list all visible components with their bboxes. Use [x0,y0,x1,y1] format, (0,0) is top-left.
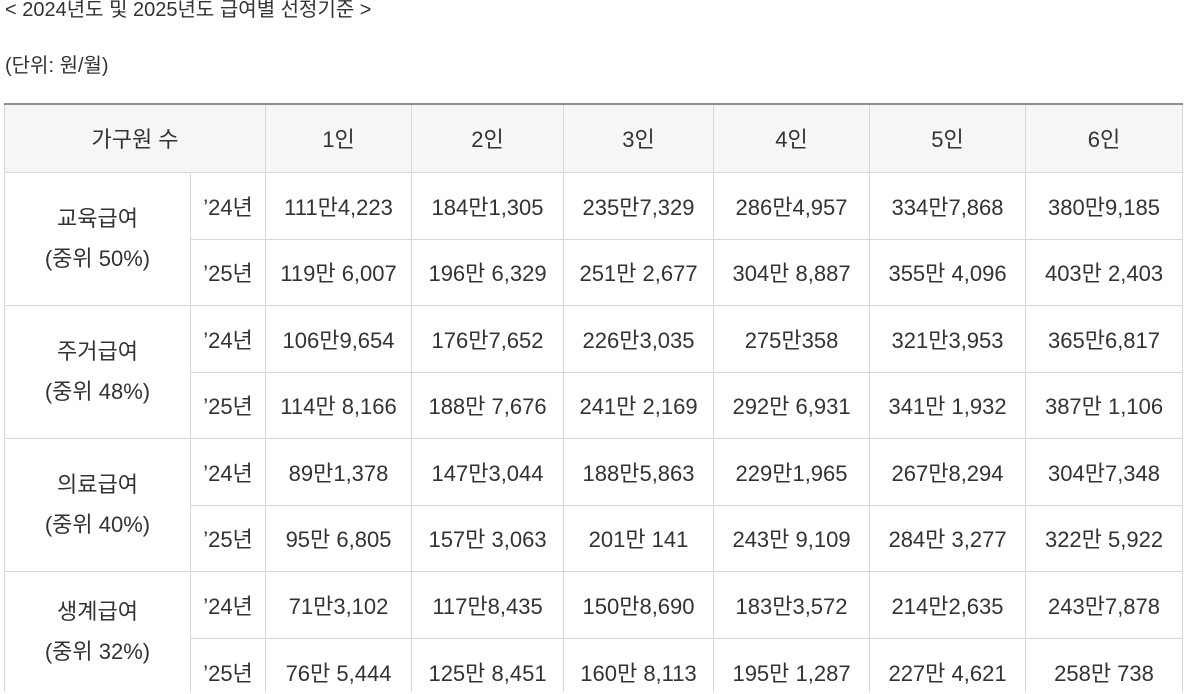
amount-cell: 286만4,957 [713,171,871,240]
benefit-type-cell: 의료급여 (중위 40%) [4,437,191,572]
amount-cell: 322만 5,922 [1025,504,1184,572]
household-size-column-header: 4인 [713,103,871,173]
amount-cell: 275만358 [713,304,871,373]
table-row: 주거급여 (중위 48%) ’24년 106만9,654 176만7,652 226만3,… [4,304,1184,439]
benefit-name: 의료급여 [57,471,138,497]
amount-cell: 235만7,329 [563,171,715,240]
amount-cell: 147만3,044 [411,437,565,506]
amount-cell: 226만3,035 [563,304,715,373]
amount-cell: 380만9,185 [1025,171,1184,240]
amount-cell: 195만 1,287 [713,637,871,692]
amount-cell: 284만 3,277 [869,504,1027,572]
amount-cell: 227만 4,621 [869,637,1027,692]
benefit-type-cell: 생계급여 (중위 32%) [4,570,191,692]
year-cell: ’24년 [189,304,267,373]
table-row: 생계급여 (중위 32%) ’24년 71만3,102 117만8,435 150만8,6… [4,570,1184,692]
amount-cell: 251만 2,677 [563,238,715,306]
amount-cell: 243만 9,109 [713,504,871,572]
table-row: 교육급여 (중위 50%) ’24년 111만4,223 184만1,305 235만7,… [4,171,1184,306]
selection-criteria-table: 가구원 수 1인 2인 3인 4인 5인 6인 교육급여 (중위 50%) ’24년 111만4… [3,103,1184,692]
amount-cell: 160만 8,113 [563,637,715,692]
year-cell: ’25년 [189,238,267,306]
amount-cell: 157만 3,063 [411,504,565,572]
median-criterion: (중위 50%) [44,245,151,271]
amount-cell: 229만1,965 [713,437,871,506]
amount-cell: 111만4,223 [265,171,413,240]
amount-cell: 188만 7,676 [411,371,565,439]
amount-cell: 304만 8,887 [713,238,871,306]
household-size-column-header: 5인 [869,103,1027,173]
amount-cell: 106만9,654 [265,304,413,373]
amount-cell: 321만3,953 [869,304,1027,373]
amount-cell: 403만 2,403 [1025,238,1184,306]
amount-cell: 114만 8,166 [265,371,413,439]
year-cell: ’24년 [189,171,267,240]
median-criterion: (중위 32%) [44,638,151,664]
amount-cell: 71만3,102 [265,570,413,639]
amount-cell: 241만 2,169 [563,371,715,439]
benefit-name: 교육급여 [57,205,138,231]
amount-cell: 341만 1,932 [869,371,1027,439]
year-cell: ’25년 [189,637,267,692]
amount-cell: 267만8,294 [869,437,1027,506]
table-body: 교육급여 (중위 50%) ’24년 111만4,223 184만1,305 235만7,… [4,171,1184,692]
amount-cell: 150만8,690 [563,570,715,639]
benefit-type-cell: 주거급여 (중위 48%) [4,304,191,439]
household-size-header: 가구원 수 [3,103,267,173]
amount-cell: 95만 6,805 [265,504,413,572]
table-caption: < 2024년도 및 2025년도 급여별 선정기준 > [5,0,372,21]
household-size-column-header: 1인 [265,103,413,173]
amount-cell: 292만 6,931 [713,371,871,439]
amount-cell: 243만7,878 [1025,570,1184,639]
median-criterion: (중위 40%) [44,511,151,537]
year-cell: ’25년 [189,371,267,439]
amount-cell: 89만1,378 [265,437,413,506]
amount-cell: 119만 6,007 [265,238,413,306]
amount-cell: 355만 4,096 [869,238,1027,306]
year-cell: ’24년 [189,437,267,506]
table-row: 의료급여 (중위 40%) ’24년 89만1,378 147만3,044 188만5,8… [4,437,1184,572]
benefit-type-cell: 교육급여 (중위 50%) [4,171,191,306]
amount-cell: 183만3,572 [713,570,871,639]
year-cell: ’25년 [189,504,267,572]
amount-cell: 304만7,348 [1025,437,1184,506]
benefit-name: 생계급여 [57,598,138,624]
amount-cell: 258만 738 [1025,637,1184,692]
amount-cell: 214만2,635 [869,570,1027,639]
median-criterion: (중위 48%) [44,378,151,404]
household-size-column-header: 6인 [1025,103,1184,173]
table-header-row: 가구원 수 1인 2인 3인 4인 5인 6인 [3,103,1184,173]
amount-cell: 196만 6,329 [411,238,565,306]
amount-cell: 365만6,817 [1025,304,1184,373]
amount-cell: 188만5,863 [563,437,715,506]
benefit-name: 주거급여 [57,338,138,364]
household-size-column-header: 3인 [563,103,715,173]
amount-cell: 76만 5,444 [265,637,413,692]
amount-cell: 117만8,435 [411,570,565,639]
household-size-column-header: 2인 [411,103,565,173]
unit-note: (단위: 원/월) [5,55,109,77]
amount-cell: 334만7,868 [869,171,1027,240]
amount-cell: 125만 8,451 [411,637,565,692]
amount-cell: 184만1,305 [411,171,565,240]
amount-cell: 176만7,652 [411,304,565,373]
year-cell: ’24년 [189,570,267,639]
amount-cell: 201만 141 [563,504,715,572]
amount-cell: 387만 1,106 [1025,371,1184,439]
